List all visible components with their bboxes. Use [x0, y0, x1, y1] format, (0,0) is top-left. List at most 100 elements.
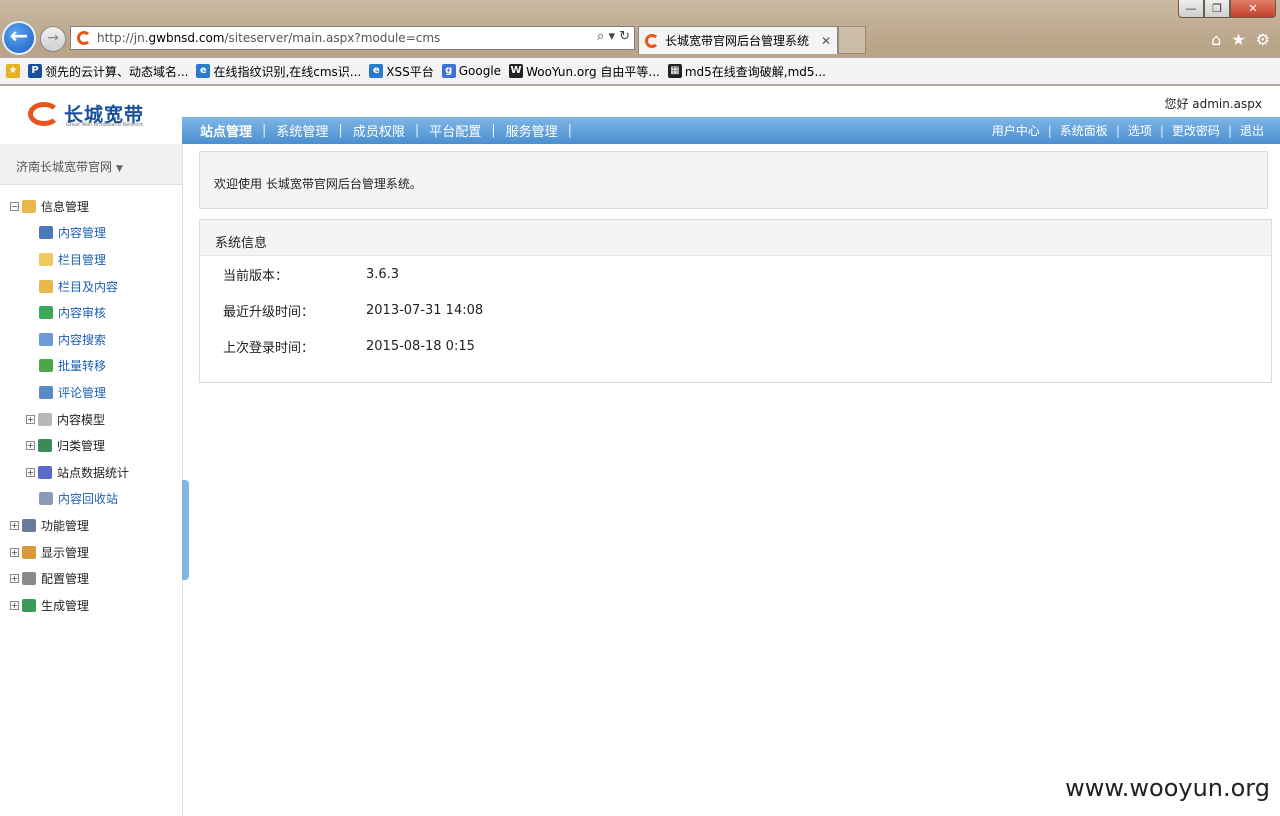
- info-value: 2015-08-18 0:15: [366, 338, 475, 354]
- sidebar-item-label: 功能管理: [41, 518, 90, 533]
- sidebar-item[interactable]: 栏目管理: [0, 246, 182, 273]
- minimize-button[interactable]: —: [1178, 0, 1204, 18]
- tree-node-icon: [38, 412, 52, 426]
- info-row: 上次登录时间： 2015-08-18 0:15: [200, 328, 1271, 364]
- sidebar-collapse-handle[interactable]: [182, 480, 189, 580]
- tree-node-icon: [39, 252, 53, 266]
- sidebar: 济南长城宽带官网 ▼ − 信息管理内容管理栏目管理栏目及内容 内容审核 内容搜索 批量转移…: [0, 144, 183, 816]
- tree-node-icon: [39, 385, 53, 399]
- maximize-button[interactable]: ❐: [1204, 0, 1230, 18]
- browser-chrome: — ❐ ✕ ← → http://jn. gwbnsd.com/siteserve…: [0, 0, 1280, 86]
- sidebar-item[interactable]: + 站点数据统计: [0, 459, 182, 486]
- expand-icon[interactable]: +: [26, 414, 35, 424]
- url-path: /siteserver/main.aspx?module=cms: [224, 31, 441, 45]
- tab-favicon-icon: [645, 33, 659, 48]
- sidebar-item[interactable]: − 信息管理: [0, 193, 182, 220]
- tree-node-icon: [22, 518, 36, 532]
- collapse-icon[interactable]: −: [10, 201, 19, 211]
- search-refresh-icon[interactable]: ⌕ ▾ ↻: [597, 29, 630, 44]
- nav-service-management[interactable]: 服务管理: [496, 121, 568, 140]
- favorites-star-icon[interactable]: ★: [1231, 30, 1245, 49]
- tab-close-icon[interactable]: ✕: [821, 34, 831, 48]
- info-row: 当前版本： 3.6.3: [200, 256, 1271, 292]
- sidebar-item[interactable]: + 功能管理: [0, 512, 182, 539]
- sidebar-item-label: 归类管理: [57, 439, 106, 454]
- sidebar-item-label: 生成管理: [41, 598, 90, 613]
- logo[interactable]: 长城宽带 Great Wall Broadband Network: [28, 100, 144, 128]
- site-selector[interactable]: 济南长城宽带官网 ▼: [0, 144, 182, 185]
- tree-node-icon: [39, 359, 53, 373]
- nav-member-permissions[interactable]: 成员权限: [343, 121, 415, 140]
- tree-node-icon: [39, 306, 53, 320]
- sidebar-item[interactable]: 内容审核: [0, 299, 182, 326]
- forward-button[interactable]: →: [40, 26, 66, 52]
- sidebar-item[interactable]: 内容搜索: [0, 326, 182, 353]
- new-tab-button[interactable]: [838, 26, 866, 54]
- expand-icon[interactable]: +: [10, 574, 19, 584]
- sidebar-item[interactable]: 评论管理: [0, 379, 182, 406]
- home-icon[interactable]: ⌂: [1211, 30, 1221, 49]
- system-info-panel: 系统信息 当前版本： 3.6.3 最近升级时间： 2013-07-31 14:0…: [199, 219, 1272, 383]
- tree-node-icon: [39, 332, 53, 346]
- nav-system-panel[interactable]: 系统面板: [1052, 122, 1116, 139]
- favorite-link[interactable]: P 领先的云计算、动态域名...: [28, 63, 188, 80]
- sidebar-item-label: 评论管理: [58, 385, 107, 400]
- wooyun-icon: W: [509, 64, 524, 78]
- nav-options[interactable]: 选项: [1120, 122, 1160, 139]
- expand-icon[interactable]: +: [10, 547, 19, 557]
- expand-icon[interactable]: +: [10, 600, 19, 610]
- ie-icon: e: [196, 64, 211, 78]
- sidebar-item[interactable]: 批量转移: [0, 353, 182, 380]
- tree-node-icon: [39, 226, 53, 240]
- back-button[interactable]: ←: [2, 21, 36, 55]
- ie-icon: e: [369, 64, 384, 78]
- sidebar-item[interactable]: + 显示管理: [0, 539, 182, 566]
- site-favicon-icon: [77, 31, 91, 45]
- expand-icon[interactable]: +: [10, 520, 19, 530]
- info-value: 3.6.3: [366, 266, 400, 282]
- sidebar-item-label: 内容回收站: [58, 492, 119, 507]
- logo-mark-icon: [28, 101, 60, 126]
- info-label: 最近升级时间：: [223, 304, 315, 320]
- expand-icon[interactable]: +: [26, 467, 35, 477]
- watermark: www.wooyun.org: [1065, 774, 1270, 802]
- expand-icon[interactable]: +: [26, 441, 35, 451]
- sidebar-item[interactable]: 内容管理: [0, 220, 182, 247]
- nav-site-management[interactable]: 站点管理: [182, 121, 262, 140]
- window-controls: — ❐ ✕: [1178, 0, 1276, 18]
- chevron-down-icon: ▼: [116, 164, 123, 174]
- nav-change-password[interactable]: 更改密码: [1164, 122, 1228, 139]
- favorite-link[interactable]: ▦ md5在线查询破解,md5...: [667, 63, 826, 80]
- sidebar-item-label: 内容模型: [57, 412, 106, 427]
- nav-system-management[interactable]: 系统管理: [266, 121, 338, 140]
- sidebar-item-label: 信息管理: [41, 199, 90, 214]
- sidebar-tree: − 信息管理 内容管理 栏目管理 栏目及内容 内容审核 内容搜索 批量转移 评论管理 + 内容模型 +…: [0, 185, 182, 619]
- browser-tab[interactable]: 长城宽带官网后台管理系统 ✕: [638, 26, 838, 54]
- sidebar-item[interactable]: + 归类管理: [0, 432, 182, 459]
- settings-gear-icon[interactable]: ⚙: [1256, 30, 1270, 49]
- sidebar-item[interactable]: 栏目及内容: [0, 273, 182, 300]
- favorites-star-icon[interactable]: ★: [6, 64, 20, 78]
- favorites-bar: ★ P 领先的云计算、动态域名... e 在线指纹识别,在线cms识... e XSS…: [0, 57, 1280, 85]
- sidebar-item[interactable]: + 生成管理: [0, 592, 182, 619]
- favorite-link[interactable]: g Google: [441, 64, 501, 78]
- main-content: 欢迎使用 长城宽带官网后台管理系统。 系统信息 当前版本： 3.6.3 最近升级…: [199, 151, 1272, 383]
- sidebar-item-label: 栏目管理: [58, 252, 107, 267]
- tab-title: 长城宽带官网后台管理系统: [665, 34, 810, 48]
- tree-node-icon: [22, 572, 36, 586]
- favorite-link[interactable]: e XSS平台: [369, 63, 434, 80]
- sidebar-item[interactable]: 内容回收站: [0, 486, 182, 513]
- favorite-link[interactable]: e 在线指纹识别,在线cms识...: [196, 63, 361, 80]
- favorite-link[interactable]: W WooYun.org 自由平等...: [509, 63, 660, 80]
- info-label: 当前版本：: [223, 268, 289, 284]
- sidebar-item[interactable]: + 配置管理: [0, 565, 182, 592]
- nav-logout[interactable]: 退出: [1232, 122, 1272, 139]
- nav-platform-config[interactable]: 平台配置: [419, 121, 491, 140]
- info-value: 2013-07-31 14:08: [366, 302, 484, 318]
- tree-node-icon: [22, 598, 36, 612]
- sidebar-item[interactable]: + 内容模型: [0, 406, 182, 433]
- url-host: gwbnsd.com: [148, 31, 225, 45]
- close-window-button[interactable]: ✕: [1230, 0, 1276, 18]
- nav-user-center[interactable]: 用户中心: [984, 122, 1048, 139]
- address-bar[interactable]: http://jn. gwbnsd.com/siteserver/main.asp…: [70, 26, 635, 50]
